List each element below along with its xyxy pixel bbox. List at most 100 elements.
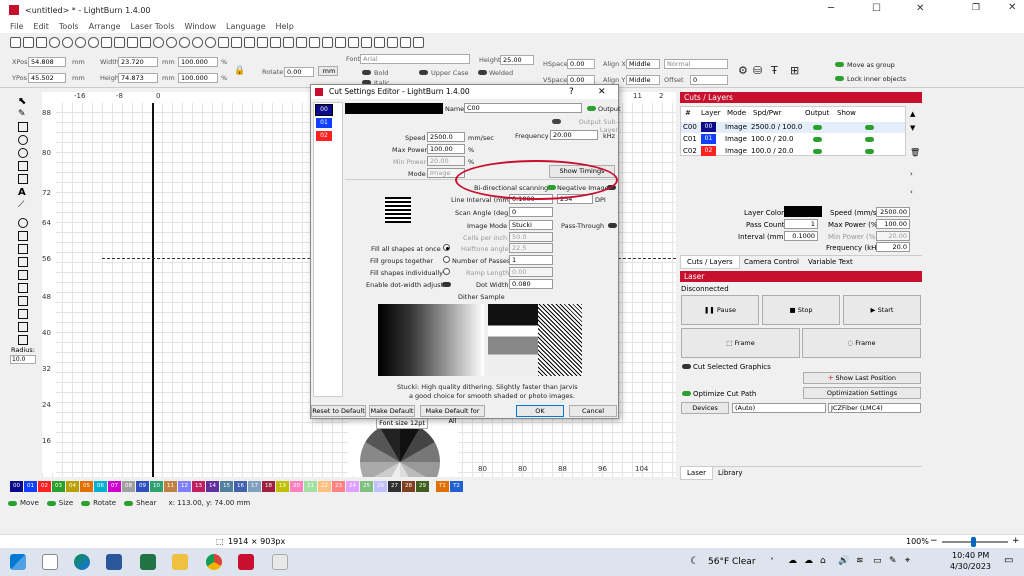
- excel-icon[interactable]: [140, 554, 156, 570]
- palette-swatch[interactable]: 17: [248, 481, 261, 492]
- frame-button[interactable]: ⬚ Frame: [681, 328, 800, 358]
- users-icon[interactable]: [257, 36, 268, 48]
- palette-swatch[interactable]: 23: [332, 481, 345, 492]
- table-row[interactable]: C01 01 Image 100.0 / 20.0: [681, 134, 905, 145]
- palette-swatch[interactable]: 18: [262, 481, 275, 492]
- dot-width-input[interactable]: 0.080: [509, 279, 553, 289]
- zoom-out-icon[interactable]: [179, 36, 190, 48]
- lock-inner-toggle[interactable]: [835, 76, 844, 81]
- convert-path-icon[interactable]: [18, 322, 28, 332]
- dock-icon[interactable]: [400, 36, 411, 48]
- zoom-page-icon[interactable]: [205, 36, 216, 48]
- device-select[interactable]: JCZFiber (LMC4): [828, 403, 921, 413]
- send-icon[interactable]: [296, 36, 307, 48]
- notification-icon[interactable]: ▭: [1004, 555, 1013, 566]
- close-icon[interactable]: ✕: [916, 3, 924, 14]
- font-select[interactable]: Arial: [360, 54, 470, 64]
- undo-icon[interactable]: [75, 36, 86, 48]
- bold-toggle[interactable]: [362, 70, 371, 75]
- zoom-in-icon[interactable]: +: [1012, 536, 1020, 546]
- pen-tray-icon[interactable]: ✎: [889, 556, 897, 566]
- cells-per-inch-input[interactable]: 50.0: [509, 232, 553, 242]
- row-output-toggle[interactable]: [813, 137, 822, 142]
- menu-window[interactable]: Window: [185, 22, 217, 31]
- settings-tool-icon[interactable]: [244, 36, 255, 48]
- show-last-position-button[interactable]: ✛ Show Last Position: [803, 372, 921, 384]
- speed-input[interactable]: 2500.0: [427, 132, 465, 142]
- speaker-icon[interactable]: 🔊: [838, 556, 849, 566]
- array-icon[interactable]: [18, 283, 28, 293]
- palette-swatch[interactable]: 20: [290, 481, 303, 492]
- layer-color-swatch[interactable]: [784, 206, 822, 217]
- location-icon[interactable]: ⌖: [905, 556, 910, 566]
- minimize-icon[interactable]: ─: [828, 3, 834, 14]
- wifi-icon[interactable]: ≋: [856, 556, 864, 566]
- copy-icon[interactable]: [114, 36, 125, 48]
- palette-swatch[interactable]: 25: [360, 481, 373, 492]
- menu-tools[interactable]: Tools: [59, 22, 79, 31]
- text-icon[interactable]: Ŧ: [771, 64, 778, 77]
- palette-swatch[interactable]: 09: [136, 481, 149, 492]
- delete-icon[interactable]: [140, 36, 151, 48]
- max-power-input[interactable]: 100.00: [876, 219, 910, 229]
- row-show-toggle[interactable]: [865, 125, 874, 130]
- cloud-icon[interactable]: ☁: [788, 556, 797, 566]
- zoom-selection-icon[interactable]: [192, 36, 203, 48]
- lock-ratio-icon[interactable]: 🔒: [234, 66, 245, 76]
- open-folder-icon[interactable]: [23, 36, 34, 48]
- distribute-v-icon[interactable]: [374, 36, 385, 48]
- palette-swatch[interactable]: 00: [10, 481, 23, 492]
- menu-help[interactable]: Help: [276, 22, 294, 31]
- palette-swatch[interactable]: 13: [192, 481, 205, 492]
- move-up-icon[interactable]: ▲: [910, 110, 915, 118]
- offset-input[interactable]: 0: [690, 75, 728, 85]
- frame-circle-button[interactable]: ◌ Frame: [802, 328, 921, 358]
- min-power-input[interactable]: 20.00: [427, 156, 465, 166]
- palette-swatch[interactable]: 01: [24, 481, 37, 492]
- text-mode-select[interactable]: Normal: [664, 59, 728, 69]
- cylinder-icon[interactable]: ⛁: [753, 64, 762, 77]
- palette-swatch[interactable]: 21: [304, 481, 317, 492]
- ok-button[interactable]: OK: [516, 405, 564, 417]
- palette-swatch[interactable]: 14: [206, 481, 219, 492]
- frequency-input[interactable]: 20.0: [876, 242, 910, 252]
- menu-laser-tools[interactable]: Laser Tools: [131, 22, 175, 31]
- palette-swatch[interactable]: 06: [94, 481, 107, 492]
- optimization-settings-button[interactable]: Optimization Settings: [803, 387, 921, 399]
- row-output-toggle[interactable]: [813, 125, 822, 130]
- battery-icon[interactable]: ▭: [873, 556, 882, 566]
- network-icon[interactable]: ⌂: [820, 556, 826, 566]
- align-top-icon[interactable]: [322, 36, 333, 48]
- ypos-input[interactable]: 45.502: [28, 73, 66, 83]
- interval-input[interactable]: 0.1000: [784, 231, 818, 241]
- height-percent-input[interactable]: 100.000: [178, 73, 218, 83]
- pen-icon[interactable]: ✎: [18, 109, 28, 119]
- upper-case-toggle[interactable]: [419, 70, 428, 75]
- tab-library[interactable]: Library: [718, 469, 742, 477]
- rotate-input[interactable]: 0.00: [284, 67, 314, 77]
- fill-groups-radio[interactable]: [443, 256, 450, 263]
- palette-swatch[interactable]: 04: [66, 481, 79, 492]
- layer-name-input[interactable]: C00: [464, 103, 582, 113]
- windows-start-icon[interactable]: [10, 554, 26, 570]
- ramp-length-input[interactable]: 0.00: [509, 267, 553, 277]
- width-percent-input[interactable]: 100.000: [178, 57, 218, 67]
- chevron-left-icon[interactable]: ‹: [910, 188, 913, 196]
- menu-language[interactable]: Language: [226, 22, 265, 31]
- align-x-select[interactable]: Middle: [626, 59, 660, 69]
- move-down-icon[interactable]: ▼: [910, 124, 915, 132]
- import-icon[interactable]: [49, 36, 60, 48]
- cut-icon[interactable]: [101, 36, 112, 48]
- radius-input[interactable]: 10.0: [10, 355, 36, 364]
- zoom-out-icon[interactable]: −: [930, 536, 938, 546]
- measure-icon[interactable]: ⟋: [18, 200, 28, 210]
- palette-swatch[interactable]: 19: [276, 481, 289, 492]
- menu-file[interactable]: File: [10, 22, 23, 31]
- edge-icon[interactable]: [74, 554, 90, 570]
- offset-icon[interactable]: [18, 218, 28, 228]
- tab-laser[interactable]: Laser: [680, 467, 714, 480]
- tab-camera-control[interactable]: Camera Control: [744, 258, 799, 266]
- table-row[interactable]: C00 00 Image 2500.0 / 100.0: [681, 122, 905, 133]
- task-view-icon[interactable]: [42, 554, 58, 570]
- palette-swatch[interactable]: 16: [234, 481, 247, 492]
